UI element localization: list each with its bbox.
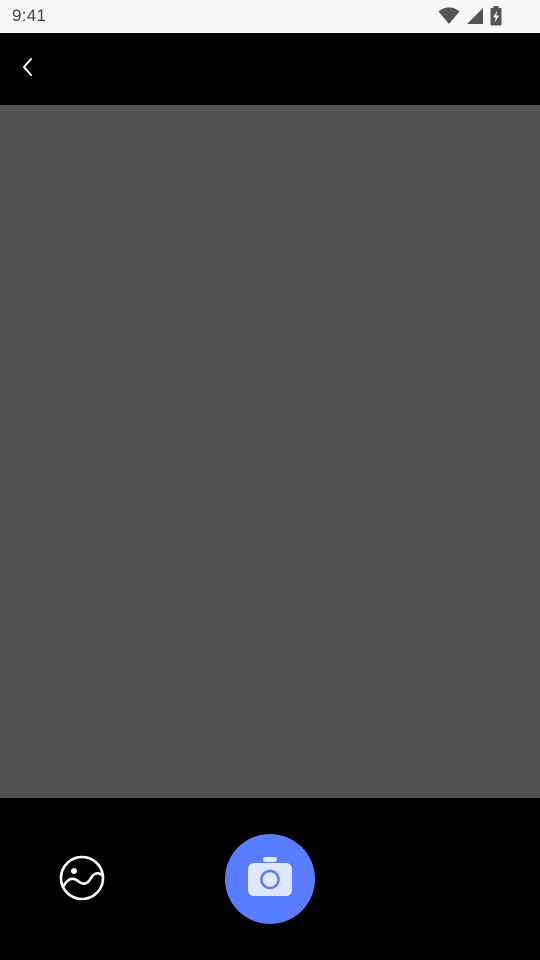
wifi-icon — [438, 7, 460, 25]
status-time: 9:41 — [12, 6, 47, 25]
camera-icon — [246, 855, 294, 904]
back-button[interactable] — [12, 53, 44, 85]
camera-controls-bar — [0, 798, 540, 960]
gallery-button[interactable] — [58, 854, 106, 907]
shutter-button[interactable] — [225, 834, 315, 924]
gallery-icon — [58, 854, 106, 907]
chevron-left-icon — [21, 57, 35, 82]
top-app-bar — [0, 33, 540, 105]
battery-charging-icon — [490, 6, 502, 26]
status-icons — [438, 5, 502, 27]
cell-signal-icon — [466, 7, 484, 25]
camera-viewfinder[interactable] — [0, 105, 540, 798]
status-bar: 9:41 — [0, 0, 540, 33]
